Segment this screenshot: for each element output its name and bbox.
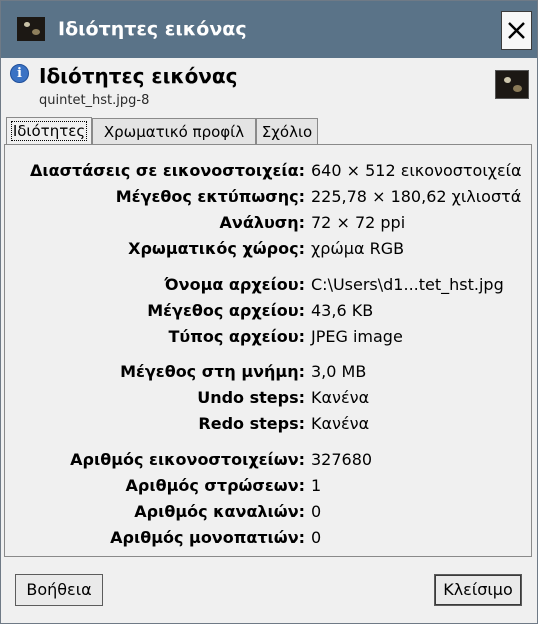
property-label: Διαστάσεις σε εικονοστοιχεία: <box>29 161 305 180</box>
property-value: 72 × 72 ppi <box>311 213 406 232</box>
property-row: Μέγεθος αρχείου: 43,6 KB <box>5 301 533 323</box>
property-value: Κανένα <box>311 414 370 433</box>
property-row: Τύπος αρχείου: JPEG image <box>5 327 533 349</box>
property-value: 327680 <box>311 450 373 469</box>
property-value: 225,78 × 180,62 χιλιοστά <box>311 187 522 206</box>
image-name: quintet_hst.jpg-8 <box>39 93 150 108</box>
property-row: Αριθμός στρώσεων: 1 <box>5 476 533 498</box>
properties-panel: Διαστάσεις σε εικονοστοιχεία: 640 × 512 ε… <box>4 144 532 557</box>
property-value: 43,6 KB <box>311 301 374 320</box>
tab-properties[interactable]: Ιδιότητες <box>6 117 92 145</box>
property-value: χρώμα RGB <box>311 239 405 258</box>
property-row: Μέγεθος στη μνήμη: 3,0 MB <box>5 362 533 384</box>
tab-color-profile[interactable]: Χρωματικό προφίλ <box>92 118 256 144</box>
property-row: Αριθμός εικονοστοιχείων: 327680 <box>5 450 533 472</box>
property-value: JPEG image <box>311 327 403 346</box>
close-icon <box>508 22 525 39</box>
property-label: Μέγεθος αρχείου: <box>147 301 305 320</box>
property-value: Κανένα <box>311 388 370 407</box>
property-row: Διαστάσεις σε εικονοστοιχεία: 640 × 512 ε… <box>5 161 533 183</box>
property-label: Χρωματικός χώρος: <box>128 239 305 258</box>
window-title: Ιδιότητες εικόνας <box>58 18 247 40</box>
property-label: Τύπος αρχείου: <box>168 327 305 346</box>
property-label: Redo steps: <box>198 414 305 433</box>
property-row: Undo steps: Κανένα <box>5 388 533 410</box>
info-icon: i <box>10 64 29 83</box>
image-thumbnail-icon <box>17 17 45 41</box>
property-row: Ανάλυση: 72 × 72 ppi <box>5 213 533 235</box>
property-label: Μέγεθος εκτύπωσης: <box>115 187 305 206</box>
property-value: 640 × 512 εικονοστοιχεία <box>311 161 522 180</box>
title-bar[interactable]: Ιδιότητες εικόνας <box>1 1 537 58</box>
property-label: Αριθμός εικονοστοιχείων: <box>70 450 305 469</box>
property-value: C:\Users\d1...tet_hst.jpg <box>311 275 504 294</box>
property-row: Μέγεθος εκτύπωσης: 225,78 × 180,62 χιλιοσ… <box>5 187 533 209</box>
property-value: 0 <box>311 502 322 521</box>
image-preview-icon <box>495 70 529 99</box>
dialog-header: i Ιδιότητες εικόνας quintet_hst.jpg-8 <box>1 58 537 115</box>
dialog-title: Ιδιότητες εικόνας <box>39 64 238 88</box>
property-label: Όνομα αρχείου: <box>164 275 305 294</box>
property-value: 0 <box>311 528 322 547</box>
property-row: Αριθμός μονοπατιών: 0 <box>5 528 533 550</box>
property-value: 3,0 MB <box>311 362 367 381</box>
close-button[interactable]: Κλείσιμο <box>434 574 522 606</box>
property-row: Redo steps: Κανένα <box>5 414 533 436</box>
tab-comment[interactable]: Σχόλιο <box>256 118 318 144</box>
property-row: Όνομα αρχείου: C:\Users\d1...tet_hst.jpg <box>5 275 533 297</box>
property-label: Αριθμός στρώσεων: <box>125 476 305 495</box>
help-button[interactable]: Βοήθεια <box>15 574 103 606</box>
property-label: Αριθμός καναλιών: <box>134 502 305 521</box>
property-label: Undo steps: <box>197 388 305 407</box>
property-label: Ανάλυση: <box>219 213 305 232</box>
property-label: Μέγεθος στη μνήμη: <box>120 362 305 381</box>
close-window-button[interactable] <box>501 11 532 50</box>
tab-properties-label: Ιδιότητες <box>10 121 88 141</box>
property-row: Αριθμός καναλιών: 0 <box>5 502 533 524</box>
property-value: 1 <box>311 476 322 495</box>
image-properties-window: Ιδιότητες εικόνας i Ιδιότητες εικόνας qu… <box>0 0 538 624</box>
property-label: Αριθμός μονοπατιών: <box>110 528 305 547</box>
property-row: Χρωματικός χώρος: χρώμα RGB <box>5 239 533 261</box>
